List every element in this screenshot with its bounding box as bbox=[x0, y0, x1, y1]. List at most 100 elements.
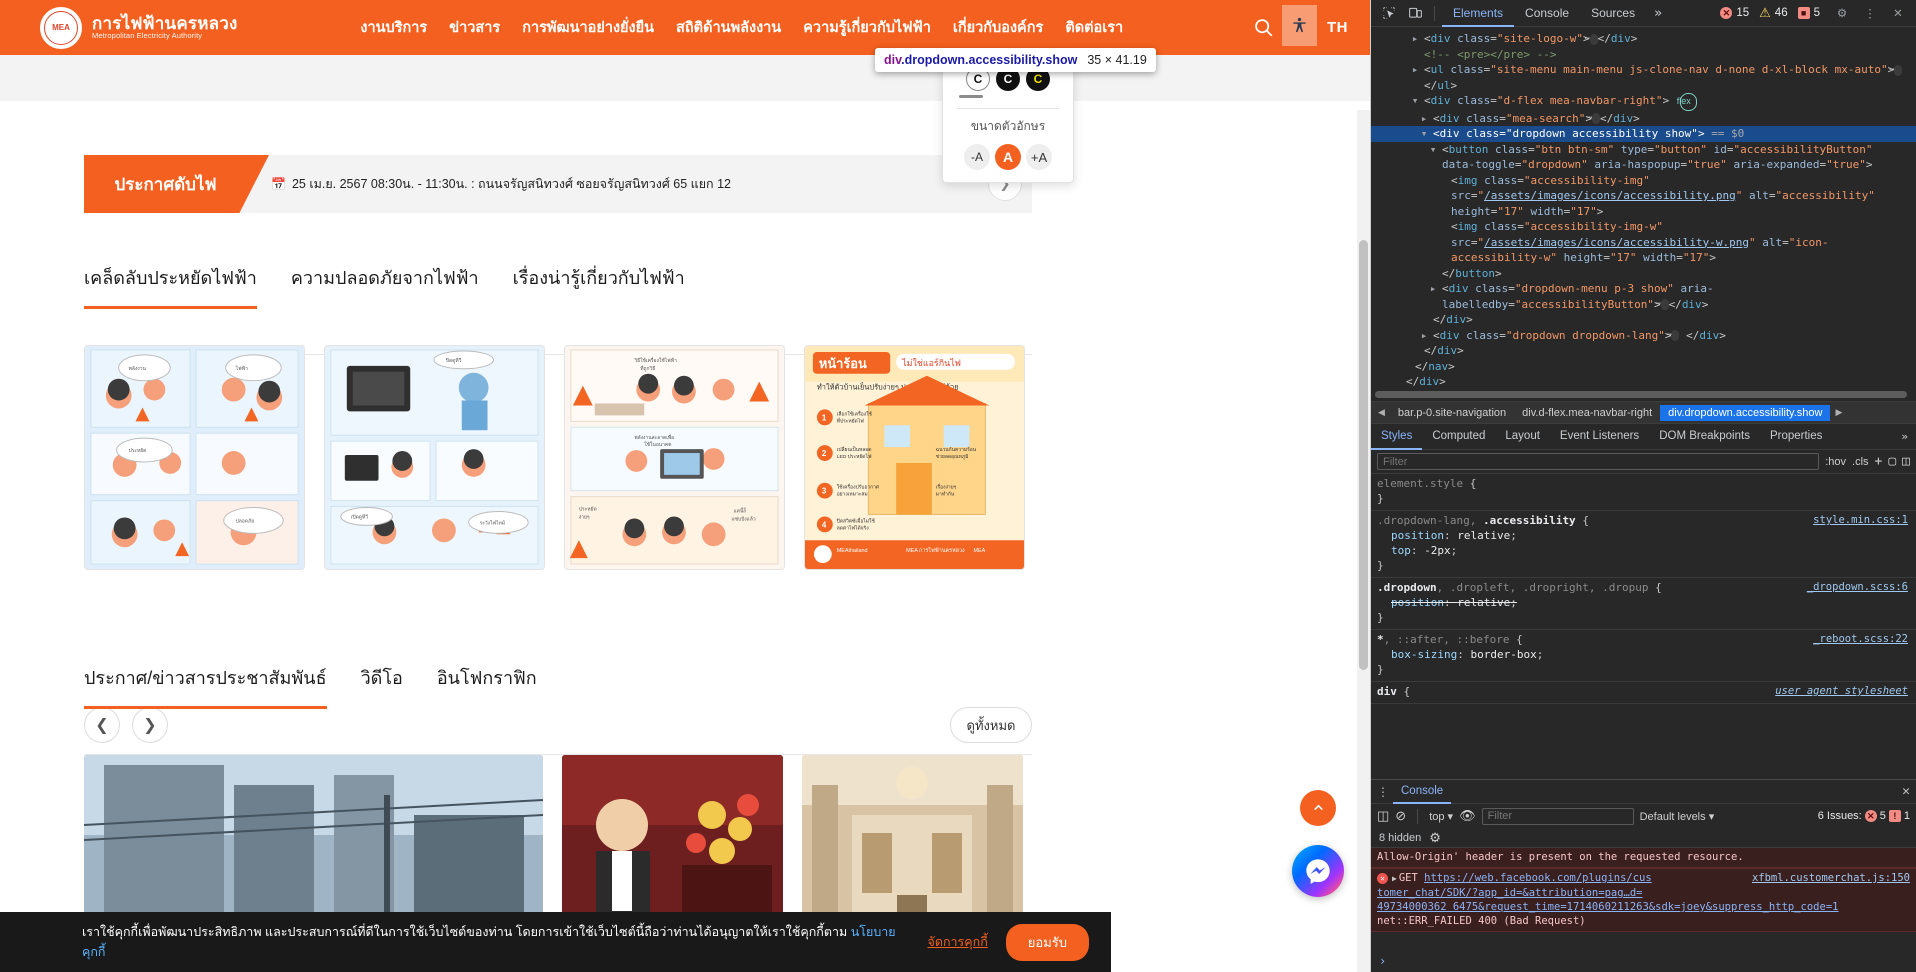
hover-state-button[interactable]: :hov bbox=[1825, 456, 1846, 468]
menu-link-6[interactable]: ติดต่อเรา bbox=[1065, 20, 1123, 36]
menu-item-1[interactable]: ข่าวสาร bbox=[449, 16, 500, 39]
tab-news-1[interactable]: วิดีโอ bbox=[361, 663, 403, 709]
dom-tree-line-12[interactable]: ▸<div class="dropdown dropdown-lang">⋯ <… bbox=[1371, 328, 1916, 344]
carousel-next-button[interactable]: ❯ bbox=[132, 707, 168, 743]
style-rule-0[interactable]: element.style {} bbox=[1371, 474, 1916, 511]
styles-tab-dom-breakpoints[interactable]: DOM Breakpoints bbox=[1649, 424, 1760, 450]
accept-cookies-button[interactable]: ยอมรับ bbox=[1005, 923, 1089, 961]
styles-more-tabs-button[interactable]: » bbox=[1893, 430, 1916, 443]
gear-icon[interactable]: ⚙ bbox=[1830, 2, 1854, 24]
style-rule-1[interactable]: style.min.css:1 .dropdown-lang, .accessib… bbox=[1371, 511, 1916, 578]
tab-sources[interactable]: Sources bbox=[1580, 0, 1646, 27]
news-card-3[interactable] bbox=[802, 755, 1023, 935]
breadcrumb-item-1[interactable]: div.d-flex.mea-navbar-right bbox=[1514, 405, 1660, 421]
clear-console-icon[interactable]: ⊘ bbox=[1395, 808, 1406, 824]
menu-link-0[interactable]: งานบริการ bbox=[360, 20, 427, 36]
dom-tree-line-9[interactable]: </button> bbox=[1371, 266, 1916, 282]
style-rule-source-4[interactable]: user agent stylesheet bbox=[1775, 684, 1908, 699]
styles-tab-styles[interactable]: Styles bbox=[1371, 424, 1423, 450]
dom-tree-line-13[interactable]: </div> bbox=[1371, 343, 1916, 359]
console-message-1[interactable]: xfbml.customerchat.js:150 ✕ ▶ GET https://… bbox=[1371, 868, 1916, 932]
style-rule-4[interactable]: user agent stylesheet div { bbox=[1371, 682, 1916, 704]
dom-tree-line-2[interactable]: ▸ <ul class="site-menu main-menu js-clone… bbox=[1371, 62, 1916, 93]
breadcrumb-scroll-left[interactable]: ◀ bbox=[1373, 407, 1390, 418]
device-toolbar-icon[interactable] bbox=[1403, 2, 1427, 24]
console-message-1-source[interactable]: xfbml.customerchat.js:150 bbox=[1752, 871, 1910, 885]
tab-news-0[interactable]: ประกาศ/ข่าวสารประชาสัมพันธ์ bbox=[84, 663, 327, 709]
color-palette-icon[interactable]: ▢ bbox=[1888, 454, 1896, 469]
page-scrollbar-thumb[interactable] bbox=[1359, 240, 1368, 670]
accessibility-button[interactable] bbox=[1282, 5, 1317, 46]
console-context-selector[interactable]: top ▾ bbox=[1429, 810, 1453, 823]
see-all-button[interactable]: ดูทั้งหมด bbox=[950, 707, 1032, 743]
console-message-1-url-1[interactable]: https://web.facebook.com/plugins/cus bbox=[1424, 872, 1652, 884]
element-classes-button[interactable]: .cls bbox=[1852, 456, 1869, 468]
menu-item-0[interactable]: งานบริการ bbox=[360, 16, 427, 39]
dom-tree-line-7[interactable]: <img class="accessibility-img" src="/ass… bbox=[1371, 173, 1916, 220]
style-rule-source-1[interactable]: style.min.css:1 bbox=[1813, 513, 1908, 528]
menu-item-2[interactable]: การพัฒนาอย่างยั่งยืน bbox=[522, 16, 654, 39]
console-message-0[interactable]: Allow-Origin' header is present on the r… bbox=[1371, 848, 1916, 868]
dom-tree-line-15[interactable]: </div> bbox=[1371, 374, 1916, 390]
more-tabs-button[interactable]: » bbox=[1646, 6, 1670, 21]
search-icon[interactable] bbox=[1246, 11, 1280, 45]
styles-tab-computed[interactable]: Computed bbox=[1422, 424, 1495, 450]
dom-tree-line-8[interactable]: <img class="accessibility-img-w" src="/a… bbox=[1371, 219, 1916, 266]
kebab-menu-icon[interactable]: ⋮ bbox=[1858, 2, 1882, 24]
font-reset-button[interactable]: A bbox=[995, 144, 1021, 170]
menu-item-5[interactable]: เกี่ยวกับองค์กร bbox=[953, 16, 1043, 39]
knowledge-card-3[interactable]: วิธีใช้เครื่องใช้ไฟฟ้า ที่ถูกวิธี พลังงาน… bbox=[564, 345, 785, 570]
site-logo[interactable]: MEA การไฟฟ้านครหลวง Metropolitan Electri… bbox=[40, 6, 238, 49]
style-rule-source-3[interactable]: _reboot.scss:22 bbox=[1813, 632, 1908, 647]
style-rule-3[interactable]: _reboot.scss:22 *, ::after, ::before {box… bbox=[1371, 630, 1916, 682]
style-decl-1-0[interactable]: position: relative; bbox=[1377, 528, 1910, 543]
style-decl-3-0[interactable]: box-sizing: border-box; bbox=[1377, 647, 1910, 662]
new-style-rule-button[interactable]: + bbox=[1875, 454, 1883, 469]
dom-tree-line-10[interactable]: ▸ <div class="dropdown-menu p-3 show" ari… bbox=[1371, 281, 1916, 312]
style-decl-2-0[interactable]: position: relative; bbox=[1377, 595, 1910, 610]
breadcrumb-item-0[interactable]: bar.p-0.site-navigation bbox=[1390, 405, 1514, 421]
console-message-1-url-3[interactable]: 49734000362 6475&request_time=1714060211… bbox=[1377, 901, 1838, 913]
font-increase-button[interactable]: +A bbox=[1026, 144, 1052, 170]
menu-link-1[interactable]: ข่าวสาร bbox=[449, 20, 500, 36]
menu-item-4[interactable]: ความรู้เกี่ยวกับไฟฟ้า bbox=[803, 16, 931, 39]
dom-tree-line-6[interactable]: ▾ <button class="btn btn-sm" type="button… bbox=[1371, 142, 1916, 173]
style-rule-source-2[interactable]: _dropdown.scss:6 bbox=[1807, 580, 1908, 595]
close-icon[interactable]: ✕ bbox=[1886, 2, 1910, 24]
elements-hscroll-thumb[interactable] bbox=[1375, 391, 1907, 398]
news-card-1[interactable] bbox=[84, 755, 543, 935]
elements-horizontal-scrollbar[interactable] bbox=[1371, 391, 1916, 401]
styles-tab-event-listeners[interactable]: Event Listeners bbox=[1550, 424, 1649, 450]
inspect-element-icon[interactable] bbox=[1377, 2, 1401, 24]
dom-tree-line-1[interactable]: <!-- <pre></pre> --> bbox=[1371, 47, 1916, 63]
scroll-to-top-button[interactable] bbox=[1300, 790, 1336, 826]
elements-tree-panel[interactable]: ▸<div class="site-logo-w">⋯</div> <!-- <… bbox=[1371, 27, 1916, 391]
menu-link-5[interactable]: เกี่ยวกับองค์กร bbox=[953, 20, 1043, 36]
breadcrumb-scroll-right[interactable]: ▶ bbox=[1830, 407, 1847, 418]
console-sidebar-icon[interactable]: ◫ bbox=[1377, 808, 1389, 824]
console-levels-selector[interactable]: Default levels ▾ bbox=[1640, 810, 1715, 823]
styles-tab-layout[interactable]: Layout bbox=[1495, 424, 1550, 450]
messenger-chat-button[interactable] bbox=[1292, 845, 1344, 897]
menu-item-6[interactable]: ติดต่อเรา bbox=[1065, 16, 1123, 39]
console-filter-input[interactable] bbox=[1481, 807, 1634, 825]
tab-knowledge-0[interactable]: เคล็ดลับประหยัดไฟฟ้า bbox=[84, 263, 257, 309]
tab-elements[interactable]: Elements bbox=[1442, 0, 1515, 27]
styles-filter-input[interactable] bbox=[1377, 453, 1820, 470]
styles-tab-properties[interactable]: Properties bbox=[1760, 424, 1832, 450]
page-scrollbar[interactable] bbox=[1357, 110, 1370, 972]
menu-item-3[interactable]: สถิติด้านพลังงาน bbox=[676, 16, 781, 39]
tab-console[interactable]: Console bbox=[1514, 0, 1580, 27]
style-decl-1-1[interactable]: top: -2px; bbox=[1377, 543, 1910, 558]
dom-tree-line-16[interactable]: </div> bbox=[1371, 390, 1916, 392]
knowledge-card-2[interactable]: ปิดดูทีวี ระวังไฟไหม้ เปิดดูทีวี bbox=[324, 345, 545, 570]
dom-tree-line-0[interactable]: ▸<div class="site-logo-w">⋯</div> bbox=[1371, 31, 1916, 47]
dom-tree-line-4[interactable]: ▸<div class="mea-search">⋯</div> bbox=[1371, 111, 1916, 127]
console-input-prompt[interactable]: › bbox=[1371, 950, 1916, 972]
menu-link-3[interactable]: สถิติด้านพลังงาน bbox=[676, 20, 781, 36]
tab-knowledge-1[interactable]: ความปลอดภัยจากไฟฟ้า bbox=[291, 263, 479, 309]
announcement-body[interactable]: 📅 25 เม.ย. 2567 08:30น. - 11:30น. : ถนนจ… bbox=[269, 155, 988, 213]
knowledge-card-1[interactable]: พลังงาน ไฟฟ้า ประหยัด ปลอดภัย bbox=[84, 345, 305, 570]
console-close-icon[interactable]: ✕ bbox=[1902, 784, 1910, 799]
live-expression-icon[interactable]: 👁 bbox=[1459, 808, 1476, 824]
